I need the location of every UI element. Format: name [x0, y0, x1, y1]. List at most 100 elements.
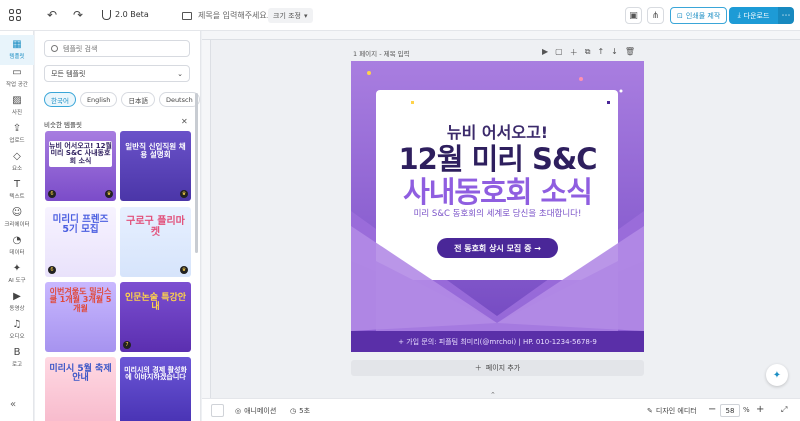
design-description[interactable]: 미리 S&C 동호회의 세계로 당신을 초대합니다!: [351, 207, 644, 219]
resize-button[interactable]: 크기 조정 ▾: [268, 8, 313, 23]
template-thumb[interactable]: 구로구 플리마켓 ♛: [120, 207, 191, 277]
template-thumb[interactable]: 인문논술 특강안내 7: [120, 282, 191, 352]
ai-assistant-button[interactable]: ✦: [766, 364, 788, 386]
print-button[interactable]: ⊡ 인쇄물 제작: [670, 7, 728, 24]
upload-icon: ⇪: [12, 123, 22, 134]
zoom-input[interactable]: 58: [720, 404, 740, 417]
calendar-icon[interactable]: ▣: [625, 7, 642, 24]
photo-icon: ▨: [12, 95, 22, 106]
note-icon[interactable]: ▢: [555, 47, 563, 58]
chart-icon: ◔: [12, 235, 22, 246]
nav-upload[interactable]: ⇪ 업로드: [0, 119, 34, 149]
crown-icon: ♛: [105, 190, 113, 198]
undo-icon[interactable]: ↶: [47, 8, 57, 22]
design-headline-2[interactable]: 사내동호회 소식: [351, 169, 644, 211]
text-icon: T: [13, 179, 21, 190]
download-button[interactable]: ⤓ 다운로드: [729, 7, 778, 24]
number-badge: 6: [48, 190, 56, 198]
template-panel: 모든 템플릿 ⌄ 한국어 English 日本語 Deutsch 비슷한 템플릿…: [35, 31, 201, 421]
chip-korean[interactable]: 한국어: [44, 92, 76, 107]
clock-icon: ◷: [290, 407, 297, 415]
animation-button[interactable]: ◎ 애니메이션: [235, 406, 276, 416]
title-area[interactable]: 제목을 입력해주세요.: [182, 10, 269, 21]
redo-icon[interactable]: ↷: [73, 8, 83, 22]
sparkle-icon: ✦: [12, 263, 22, 274]
nav-logo[interactable]: B 로고: [0, 343, 34, 373]
similar-templates-title: 비슷한 템플릿: [44, 121, 82, 129]
template-filter-select[interactable]: 모든 템플릿 ⌄: [44, 65, 190, 82]
template-thumb[interactable]: 뉴비 어서오고! 12월 미리 S&C 사내동호회 소식 6 ♛: [45, 131, 116, 201]
chip-german[interactable]: Deutsch: [158, 92, 200, 107]
fullscreen-icon[interactable]: ⤢: [781, 405, 787, 415]
elements-icon: ◇: [13, 151, 21, 162]
nav-video[interactable]: ▶ 동영상: [0, 287, 34, 317]
copy-icon[interactable]: ⧉: [585, 47, 591, 58]
pen-icon: ✎: [647, 407, 653, 415]
menu-grid-icon[interactable]: [9, 9, 21, 21]
plus-icon: ＋: [474, 364, 482, 372]
language-chips: 한국어 English 日本語 Deutsch: [44, 92, 200, 107]
title-input[interactable]: 제목을 입력해주세요.: [198, 10, 269, 21]
design-footer[interactable]: + 가입 문의: 피플팀 최미리(@mrchoi) | HP. 010-1234…: [351, 331, 644, 352]
page-tools: ▶ ▢ ＋ ⧉ ↑ ↓ 🗑: [542, 47, 635, 58]
add-page-button[interactable]: ＋ 페이지 추가: [351, 360, 644, 376]
nav-text[interactable]: T 텍스트: [0, 175, 34, 205]
page-thumbnail-toggle[interactable]: [211, 404, 224, 417]
share-icon[interactable]: ⋔: [647, 7, 664, 24]
nav-ai-tools[interactable]: ✦ AI 도구: [0, 259, 34, 289]
nav-photos[interactable]: ▨ 사진: [0, 91, 34, 121]
page-label[interactable]: 1 페이지 - 제목 입력: [353, 48, 410, 58]
zoom-in-button[interactable]: +: [756, 404, 764, 415]
flask-icon: [102, 10, 111, 20]
template-thumb[interactable]: 미리시 5월 축제 안내: [45, 357, 116, 421]
cart-icon: ⊡: [677, 11, 683, 20]
left-nav: ▦ 템플릿 ▭ 작업 공간 ▨ 사진 ⇪ 업로드 ◇ 요소 T 텍스트 ☺ 크리에이터 ◔ 데이…: [0, 31, 34, 421]
chip-japanese[interactable]: 日本語: [121, 92, 155, 107]
chevron-down-icon: ⌄: [177, 69, 183, 78]
template-thumb[interactable]: 미리디 프렌즈 5기 모집 6: [45, 207, 116, 277]
zoom-percent: %: [743, 406, 750, 414]
logo-icon: B: [13, 347, 21, 358]
number-badge: 6: [48, 266, 56, 274]
add-icon[interactable]: ＋: [570, 47, 578, 58]
template-search[interactable]: [44, 40, 190, 57]
crown-icon: ♛: [180, 190, 188, 198]
template-thumb[interactable]: 미리시의 경제 활성화에 이바지하겠습니다: [120, 357, 191, 421]
design-page[interactable]: 뉴비 어서오고! 12월 미리 S&C 사내동호회 소식 미리 S&C 동호회의…: [351, 61, 644, 352]
play-icon: ▶: [13, 291, 21, 302]
nav-elements[interactable]: ◇ 요소: [0, 147, 34, 177]
version-badge: 2.0 Beta: [102, 9, 149, 20]
panel-scrollbar[interactable]: [195, 93, 198, 253]
design-editor-button[interactable]: ✎ 디자인 에디터: [647, 406, 697, 416]
chevron-down-icon: ▾: [304, 11, 308, 20]
collapse-icon[interactable]: «: [10, 399, 16, 410]
search-icon: [51, 45, 58, 52]
nav-data[interactable]: ◔ 데이터: [0, 231, 34, 261]
arrow-down-icon[interactable]: ↓: [611, 47, 618, 58]
template-search-input[interactable]: [63, 44, 173, 53]
download-icon: ⤓: [737, 11, 741, 19]
bottom-bar: ◎ 애니메이션 ◷ 5초 ✎ 디자인 에디터 − 58 % + ⤢: [202, 398, 800, 421]
workspace-icon: ▭: [12, 67, 22, 78]
design-cta-pill[interactable]: 전 동호회 상시 모집 중 →: [437, 238, 558, 258]
number-badge: 7: [123, 341, 131, 349]
music-icon: ♫: [12, 319, 22, 330]
nav-workspace[interactable]: ▭ 작업 공간: [0, 63, 34, 93]
nav-creator[interactable]: ☺ 크리에이터: [0, 203, 34, 233]
close-icon[interactable]: ✕: [181, 117, 188, 126]
more-button[interactable]: ⋯: [778, 7, 794, 24]
chip-english[interactable]: English: [79, 92, 118, 107]
template-thumb[interactable]: 일반직 신입직원 채용 설명회 ♛: [120, 131, 191, 201]
template-thumb[interactable]: 이번겨울도 밀리스쿨 1개월 3개월 5개월: [45, 282, 116, 352]
play-icon[interactable]: ▶: [542, 47, 548, 58]
nav-audio[interactable]: ♫ 오디오: [0, 315, 34, 345]
zoom-out-button[interactable]: −: [708, 404, 716, 415]
folder-icon[interactable]: [182, 11, 192, 20]
creator-icon: ☺: [11, 207, 23, 218]
animation-icon: ◎: [235, 407, 242, 415]
arrow-up-icon[interactable]: ↑: [597, 47, 604, 58]
nav-templates[interactable]: ▦ 템플릿: [0, 35, 34, 65]
trash-icon[interactable]: 🗑: [625, 47, 635, 58]
duration-button[interactable]: ◷ 5초: [290, 406, 310, 416]
template-icon: ▦: [12, 39, 22, 50]
